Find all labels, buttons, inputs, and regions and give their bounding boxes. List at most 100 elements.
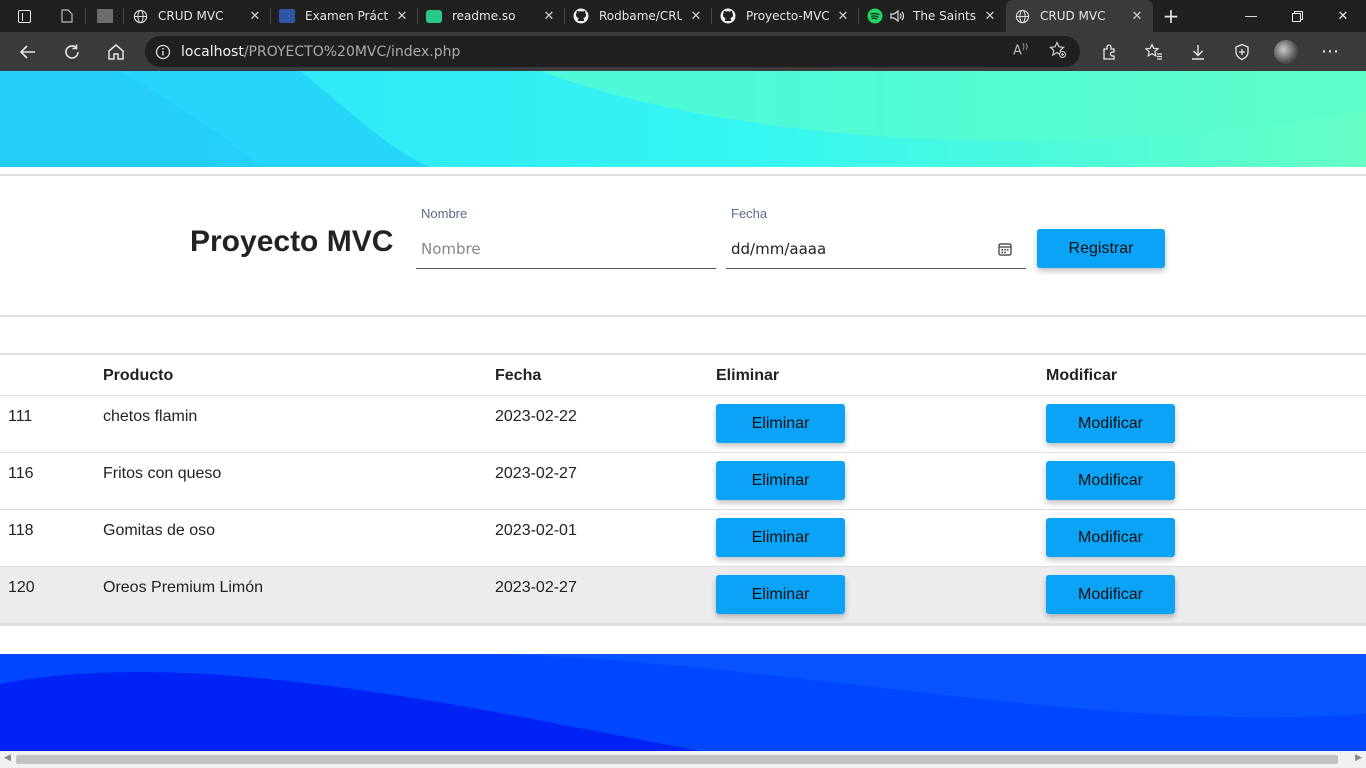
more-options-icon[interactable]: ⋯ [1308,32,1352,71]
cell-id: 116 [8,465,34,482]
modificar-button[interactable]: Modificar [1046,461,1175,500]
tab-title: The Saints [913,9,976,23]
globe-icon [132,8,148,24]
tab-close-icon[interactable]: ✕ [982,9,998,24]
address-bar[interactable]: localhost/PROYECTO%20MVC/index.php A)) [145,36,1080,67]
register-form: Proyecto MVC Nombre Fecha Registrar [0,174,1366,317]
toolbar-right: ⋯ [1088,32,1352,71]
cell-fecha: 2023-02-27 [495,465,577,482]
new-tab-icon[interactable]: + [1153,0,1189,32]
registrar-button[interactable]: Registrar [1037,229,1165,268]
tab-title: CRUD MVC [1040,9,1106,23]
scrollbar-thumb[interactable] [16,755,1338,764]
back-icon[interactable] [6,32,50,71]
cell-id: 118 [8,522,34,539]
minimize-icon[interactable]: — [1228,0,1274,32]
home-icon[interactable] [94,32,138,71]
nombre-input[interactable] [416,229,716,269]
browser-tab[interactable]: The Saints ✕ [859,0,1006,32]
table-row-hovered: 120 Oreos Premium Limón 2023-02-27 Elimi… [0,567,1366,624]
browser-essentials-icon[interactable] [1220,32,1264,71]
browser-toolbar: localhost/PROYECTO%20MVC/index.php A)) ⋯ [0,32,1366,71]
table-row: 116 Fritos con queso 2023-02-27 Eliminar… [0,453,1366,510]
read-aloud-icon[interactable]: A)) [1013,42,1028,58]
calendar-icon[interactable] [998,242,1012,260]
tab-close-icon[interactable]: ✕ [541,9,557,24]
tab-title: CRUD MVC [158,9,224,23]
page-title: Proyecto MVC [190,225,394,258]
tab-close-icon[interactable]: ✕ [247,9,263,24]
horizontal-scrollbar[interactable]: ◀ ▶ [0,751,1366,768]
top-wave-banner [0,71,1366,167]
extensions-icon[interactable] [1088,32,1132,71]
header-eliminar: Eliminar [716,367,780,384]
eliminar-button[interactable]: Eliminar [716,404,845,443]
browser-tab[interactable] [48,0,86,32]
table-row: 118 Gomitas de oso 2023-02-01 Eliminar M… [0,510,1366,567]
readme-icon [426,9,442,23]
classroom-icon [279,9,295,23]
tab-actions-button[interactable] [0,0,48,32]
tab-close-icon[interactable]: ✕ [1129,9,1145,24]
favorite-add-icon[interactable] [1049,41,1067,63]
browser-tab[interactable]: readme.so ✕ [418,0,565,32]
tab-title: Examen Práctic [305,9,388,23]
fecha-field-group: Fecha [726,176,1026,270]
avatar [1274,39,1298,64]
fecha-input[interactable] [726,229,1026,269]
cell-producto: Oreos Premium Limón [103,579,264,596]
cell-fecha: 2023-02-27 [495,579,577,596]
cell-fecha: 2023-02-01 [495,522,577,539]
web-page: Proyecto MVC Nombre Fecha Registrar Prod… [0,71,1366,751]
modificar-button[interactable]: Modificar [1046,575,1175,614]
downloads-icon[interactable] [1176,32,1220,71]
image-icon [97,9,113,23]
header-fecha: Fecha [495,367,542,384]
eliminar-button[interactable]: Eliminar [716,518,845,557]
favorites-icon[interactable] [1132,32,1176,71]
cell-id: 111 [8,408,33,425]
url-text: localhost/PROYECTO%20MVC/index.php [181,44,460,60]
cell-producto: chetos flamin [103,408,198,425]
github-icon [573,8,589,24]
restore-icon[interactable] [1274,0,1320,32]
modificar-button[interactable]: Modificar [1046,518,1175,557]
cell-id: 120 [8,579,35,596]
tab-close-icon[interactable]: ✕ [394,9,410,24]
page-icon [59,8,75,24]
eliminar-button[interactable]: Eliminar [716,575,845,614]
header-modificar: Modificar [1046,367,1118,384]
spotify-icon [867,8,883,24]
tab-close-icon[interactable]: ✕ [688,9,704,24]
eliminar-button[interactable]: Eliminar [716,461,845,500]
fecha-label: Fecha [731,206,768,221]
header-producto: Producto [103,367,174,384]
browser-tab[interactable]: Proyecto-MVC/ ✕ [712,0,859,32]
nombre-label: Nombre [421,206,468,221]
url-path: /PROYECTO%20MVC/index.php [243,43,461,60]
cell-producto: Fritos con queso [103,465,222,482]
reload-icon[interactable] [50,32,94,71]
scroll-left-icon[interactable]: ◀ [4,753,11,763]
cell-producto: Gomitas de oso [103,522,216,539]
site-info-icon[interactable] [145,44,181,60]
tab-close-icon[interactable]: ✕ [835,9,851,24]
products-table: Producto Fecha Eliminar Modificar 111 ch… [0,353,1366,626]
table-row: 111 chetos flamin 2023-02-22 Eliminar Mo… [0,396,1366,453]
profile-avatar[interactable] [1264,32,1308,71]
browser-tab[interactable]: Rodbame/CRU ✕ [565,0,712,32]
globe-icon [1014,8,1030,24]
tab-title: Proyecto-MVC/ [746,9,829,23]
tab-title: readme.so [452,9,516,23]
close-window-icon[interactable]: ✕ [1320,0,1366,32]
window-controls: — ✕ [1228,0,1366,32]
browser-tab-active[interactable]: CRUD MVC ✕ [1006,0,1153,32]
browser-tab[interactable] [86,0,124,32]
browser-tab[interactable]: CRUD MVC ✕ [124,0,271,32]
modificar-button[interactable]: Modificar [1046,404,1175,443]
speaker-icon[interactable] [889,8,905,24]
browser-tab[interactable]: Examen Práctic ✕ [271,0,418,32]
tab-title: Rodbame/CRU [599,9,682,23]
nombre-field-group: Nombre [416,176,716,270]
scroll-right-icon[interactable]: ▶ [1355,753,1362,763]
